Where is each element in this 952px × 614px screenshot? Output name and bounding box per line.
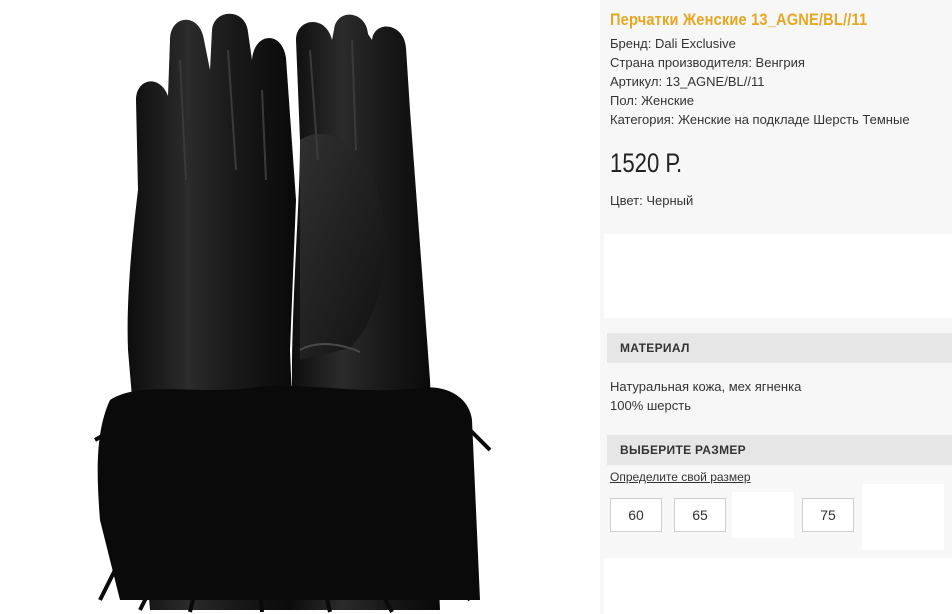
material-line: Натуральная кожа, мех ягненка xyxy=(610,379,802,394)
empty-panel xyxy=(604,558,952,614)
glove-illustration xyxy=(94,13,492,613)
product-price: 1520 Р. xyxy=(610,148,683,178)
product-color: Цвет: Черный xyxy=(610,193,694,208)
product-info: Перчатки Женские 13_AGNE/BL//11 Бренд: D… xyxy=(604,0,952,614)
empty-panel xyxy=(604,234,952,318)
size-option-60[interactable]: 60 xyxy=(610,498,662,532)
size-guide-link[interactable]: Определите свой размер xyxy=(610,470,751,484)
property-sku: Артикул: 13_AGNE/BL//11 xyxy=(610,74,765,89)
material-description: Натуральная кожа, мех ягненка 100% шерст… xyxy=(610,377,801,415)
size-option-75[interactable]: 75 xyxy=(802,498,854,532)
property-category: Категория: Женские на подкладе Шерсть Те… xyxy=(610,112,910,127)
size-placeholder xyxy=(732,492,794,538)
product-image xyxy=(0,0,600,614)
material-line: 100% шерсть xyxy=(610,398,691,413)
product-title: Перчатки Женские 13_AGNE/BL//11 xyxy=(610,10,868,29)
property-country: Страна производителя: Венгрия xyxy=(610,55,805,70)
size-header: ВЫБЕРИТЕ РАЗМЕР xyxy=(607,435,952,465)
size-option-65[interactable]: 65 xyxy=(674,498,726,532)
material-header: МАТЕРИАЛ xyxy=(607,333,952,363)
property-gender: Пол: Женские xyxy=(610,93,695,108)
size-placeholder xyxy=(862,484,944,550)
fur-cuff xyxy=(94,385,492,613)
property-brand: Бренд: Dali Exclusive xyxy=(610,36,736,51)
product-properties: Бренд: Dali Exclusive Страна производите… xyxy=(610,34,910,129)
